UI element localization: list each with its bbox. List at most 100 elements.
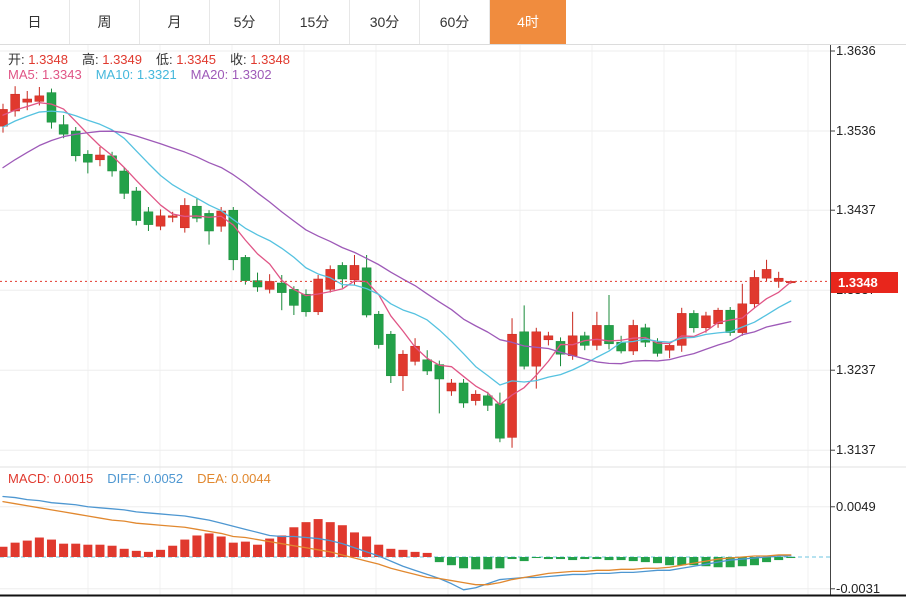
macd-bar <box>362 537 371 558</box>
candle-up <box>701 316 710 328</box>
candle-down <box>277 283 286 293</box>
macd-bar <box>508 557 517 559</box>
candle-down <box>689 313 698 327</box>
tab-月[interactable]: 月 <box>140 0 210 44</box>
candle-down <box>47 93 56 123</box>
macd-bar <box>520 557 529 561</box>
diff-line <box>3 497 791 590</box>
macd-bar <box>180 540 189 557</box>
candle-up <box>411 346 420 361</box>
macd-bar <box>11 543 20 557</box>
readout-pair: DEA: 0.0044 <box>197 471 271 486</box>
readout-pair: MA20: 1.3302 <box>191 67 272 82</box>
macd-bar <box>605 557 614 560</box>
y-axis-label: -0.0031 <box>836 581 880 596</box>
macd-bar <box>568 557 577 560</box>
macd-bar <box>629 557 638 561</box>
candle-down <box>144 212 153 225</box>
macd-bar <box>59 544 68 557</box>
candle-up <box>762 269 771 278</box>
macd-bar <box>677 557 686 565</box>
macd-bar <box>338 525 347 557</box>
macd-readout: MACD: 0.0015 DIFF: 0.0052 DEA: 0.0044 <box>8 471 285 486</box>
ma20-line <box>3 131 791 363</box>
readout-pair: 收: 1.3348 <box>230 52 290 67</box>
candle-down <box>495 404 504 438</box>
tab-30分[interactable]: 30分 <box>350 0 420 44</box>
macd-bar <box>120 549 129 557</box>
macd-bar <box>229 543 238 557</box>
candle-down <box>435 365 444 379</box>
candle-up <box>35 96 44 102</box>
candle-up <box>95 155 104 160</box>
candle-down <box>205 213 214 231</box>
macd-bar <box>617 557 626 560</box>
candle-up <box>592 325 601 345</box>
candle-up <box>156 216 165 226</box>
macd-bar <box>350 532 359 557</box>
macd-bar <box>592 557 601 559</box>
readout-pair: MA5: 1.3343 <box>8 67 82 82</box>
macd-bar <box>108 546 117 557</box>
macd-bar <box>544 557 553 559</box>
candle-down <box>386 334 395 376</box>
tab-60分[interactable]: 60分 <box>420 0 490 44</box>
macd-bar <box>35 538 44 557</box>
readout-pair: DIFF: 0.0052 <box>107 471 183 486</box>
candle-up <box>168 216 177 218</box>
macd-bar <box>423 553 432 557</box>
candle-down <box>120 171 129 193</box>
readout-pair: MA10: 1.3321 <box>96 67 177 82</box>
macd-bar <box>483 557 492 569</box>
candle-down <box>459 383 468 403</box>
macd-bar <box>641 557 650 562</box>
readout-pair: 高: 1.3349 <box>82 52 142 67</box>
candle-down <box>338 265 347 279</box>
macd-bar <box>0 547 8 557</box>
tab-周[interactable]: 周 <box>70 0 140 44</box>
macd-bar <box>580 557 589 559</box>
candle-down <box>302 294 311 312</box>
candle-down <box>132 191 141 221</box>
candle-down <box>83 154 92 162</box>
macd-bar <box>289 527 298 557</box>
tab-15分[interactable]: 15分 <box>280 0 350 44</box>
candle-up <box>265 281 274 289</box>
macd-bar <box>83 545 92 557</box>
candle-down <box>617 342 626 351</box>
tab-5分[interactable]: 5分 <box>210 0 280 44</box>
macd-bar <box>277 535 286 557</box>
candle-up <box>314 279 323 312</box>
candle-down <box>362 268 371 315</box>
macd-bar <box>653 557 662 563</box>
y-axis-label: 1.3536 <box>836 123 876 138</box>
price-chart-canvas[interactable] <box>0 0 906 603</box>
macd-bar <box>71 544 80 557</box>
macd-bar <box>495 557 504 568</box>
candle-down <box>520 332 529 366</box>
macd-bar <box>302 522 311 557</box>
tab-4时[interactable]: 4时 <box>490 0 566 44</box>
tab-日[interactable]: 日 <box>0 0 70 44</box>
macd-bar <box>144 552 153 557</box>
readout-pair: MACD: 0.0015 <box>8 471 93 486</box>
macd-bar <box>774 557 783 560</box>
ma-readout: MA5: 1.3343 MA10: 1.3321 MA20: 1.3302 <box>8 67 286 82</box>
macd-bar <box>253 545 262 557</box>
candle-down <box>374 314 383 344</box>
macd-bar <box>217 537 226 558</box>
macd-bar <box>156 550 165 557</box>
readout-pair: 低: 1.3345 <box>156 52 216 67</box>
readout-pair: 开: 1.3348 <box>8 52 68 67</box>
y-axis-label: 1.3237 <box>836 362 876 377</box>
candle-down <box>423 360 432 371</box>
macd-bar <box>556 557 565 559</box>
macd-bar <box>411 552 420 557</box>
macd-bar <box>95 545 104 557</box>
macd-bar <box>23 541 32 557</box>
candle-up <box>508 334 517 437</box>
macd-bar <box>786 557 795 558</box>
candle-down <box>289 289 298 305</box>
candle-up <box>398 354 407 376</box>
candle-up <box>665 345 674 350</box>
